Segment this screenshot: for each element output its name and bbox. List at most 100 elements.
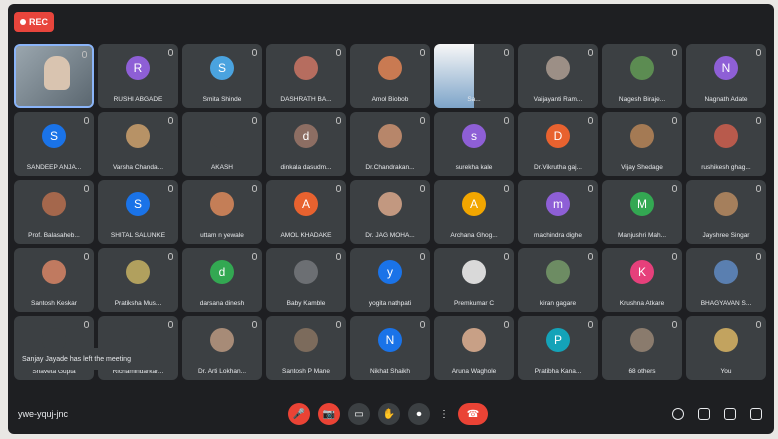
participant-tile[interactable]: P Pratibha Kana... xyxy=(518,316,598,380)
avatar xyxy=(462,328,486,352)
participant-name: Santosh Keskar xyxy=(31,300,77,307)
participant-tile[interactable]: Jayshree Singar xyxy=(686,180,766,244)
participant-name: Vijay Shedage xyxy=(621,164,663,171)
mic-muted-icon xyxy=(420,117,425,124)
participant-name: SHITAL SALUNKE xyxy=(110,232,166,239)
participant-left-toast: Sanjay Jayade has left the meeting xyxy=(16,348,176,370)
participant-tile[interactable]: Santosh P Mane xyxy=(266,316,346,380)
participant-tile[interactable]: 68 others xyxy=(602,316,682,380)
participant-name: AKASH xyxy=(210,164,234,171)
mic-muted-icon xyxy=(588,117,593,124)
participant-name: You xyxy=(720,368,732,375)
mic-muted-icon xyxy=(252,321,257,328)
participant-tile[interactable] xyxy=(14,44,94,108)
participant-tile[interactable]: M Manjushri Mah... xyxy=(602,180,682,244)
participant-name: surekha kale xyxy=(455,164,493,171)
avatar: S xyxy=(126,192,150,216)
participant-tile[interactable]: You xyxy=(686,316,766,380)
avatar xyxy=(546,260,570,284)
participant-name: Manjushri Mah... xyxy=(617,232,667,239)
participant-tile[interactable]: uttam n yewale xyxy=(182,180,262,244)
info-icon[interactable] xyxy=(672,408,684,420)
participant-tile[interactable]: Sa... xyxy=(434,44,514,108)
participant-tile[interactable]: A AMOL KHADAKE xyxy=(266,180,346,244)
avatar xyxy=(462,260,486,284)
participant-name: AMOL KHADAKE xyxy=(280,232,332,239)
participant-tile[interactable]: A Archana Ghog... xyxy=(434,180,514,244)
more-options-button[interactable]: ⋮ xyxy=(438,403,450,425)
participant-tile[interactable]: Dr.Chandrakan... xyxy=(350,112,430,176)
activities-icon[interactable] xyxy=(750,408,762,420)
mic-muted-icon xyxy=(336,185,341,192)
mic-muted-icon xyxy=(82,51,87,58)
participant-tile[interactable]: rushikesh ghag... xyxy=(686,112,766,176)
participant-tile[interactable]: Baby Kamble xyxy=(266,248,346,312)
avatar: R xyxy=(126,56,150,80)
mic-muted-icon xyxy=(588,253,593,260)
avatar xyxy=(42,192,66,216)
participant-name: Pratibha Kana... xyxy=(534,368,582,375)
mic-muted-icon xyxy=(420,49,425,56)
end-call-button[interactable]: ☎ xyxy=(458,403,488,425)
mic-toggle-button[interactable]: 🎤 xyxy=(288,403,310,425)
people-icon[interactable] xyxy=(698,408,710,420)
mic-muted-icon xyxy=(84,321,89,328)
participant-tile[interactable]: Aruna Waghole xyxy=(434,316,514,380)
participant-tile[interactable]: Amol Biobob xyxy=(350,44,430,108)
participant-tile[interactable]: D Dr.Vikrutha gaj... xyxy=(518,112,598,176)
mic-muted-icon xyxy=(420,185,425,192)
chat-icon[interactable] xyxy=(724,408,736,420)
participant-tile[interactable]: Vaijayanti Ram... xyxy=(518,44,598,108)
participant-tile[interactable]: y yogita nathpati xyxy=(350,248,430,312)
participant-name: Dr. Arti Lokhan... xyxy=(197,368,247,375)
recording-badge: REC xyxy=(14,12,54,32)
participant-tile[interactable]: R RUSHI ABGADE xyxy=(98,44,178,108)
right-controls xyxy=(672,408,762,420)
participant-tile[interactable]: K Krushna Atkare xyxy=(602,248,682,312)
mic-muted-icon xyxy=(420,253,425,260)
raise-hand-button[interactable]: ✋ xyxy=(378,403,400,425)
participant-tile[interactable]: Premkumar C xyxy=(434,248,514,312)
participant-tile[interactable]: S SHITAL SALUNKE xyxy=(98,180,178,244)
avatar: N xyxy=(714,56,738,80)
participant-tile[interactable]: Vijay Shedage xyxy=(602,112,682,176)
participant-tile[interactable]: BHAGYAVAN S... xyxy=(686,248,766,312)
mic-muted-icon xyxy=(672,185,677,192)
participant-name: Amol Biobob xyxy=(371,96,409,103)
present-button[interactable]: ⏺ xyxy=(408,403,430,425)
participant-tile[interactable]: Varsha Chanda... xyxy=(98,112,178,176)
avatar xyxy=(210,328,234,352)
participant-tile[interactable]: Prof. Balasaheb... xyxy=(14,180,94,244)
avatar xyxy=(294,328,318,352)
participant-tile[interactable]: S SANDEEP ANJA... xyxy=(14,112,94,176)
participant-tile[interactable]: DASHRATH BA... xyxy=(266,44,346,108)
participant-tile[interactable]: d darsana dinesh xyxy=(182,248,262,312)
participant-tile[interactable]: Dr. Arti Lokhan... xyxy=(182,316,262,380)
meeting-code: ywe-yquj-jnc xyxy=(18,409,69,419)
participant-tile[interactable]: m machindra dighe xyxy=(518,180,598,244)
participant-tile[interactable]: Pratiksha Mus... xyxy=(98,248,178,312)
participant-tile[interactable]: N Nikhat Shaikh xyxy=(350,316,430,380)
participant-tile[interactable]: Dr. JAG MOHA... xyxy=(350,180,430,244)
mic-muted-icon xyxy=(588,49,593,56)
avatar: D xyxy=(546,124,570,148)
participant-name: SANDEEP ANJA... xyxy=(26,164,82,171)
participant-tile[interactable]: s surekha kale xyxy=(434,112,514,176)
participant-tile[interactable]: N Nagnath Adate xyxy=(686,44,766,108)
mic-muted-icon xyxy=(168,117,173,124)
participant-tile[interactable]: Nagesh Biraje... xyxy=(602,44,682,108)
participant-tile[interactable]: d dinkala dasudm... xyxy=(266,112,346,176)
camera-toggle-button[interactable]: 📷 xyxy=(318,403,340,425)
mic-muted-icon xyxy=(588,321,593,328)
mic-muted-icon xyxy=(252,253,257,260)
mic-muted-icon xyxy=(84,253,89,260)
captions-button[interactable]: ▭ xyxy=(348,403,370,425)
participant-name: rushikesh ghag... xyxy=(701,164,751,171)
participant-tile[interactable]: Santosh Keskar xyxy=(14,248,94,312)
participant-tile[interactable]: S Smita Shinde xyxy=(182,44,262,108)
participant-tile[interactable]: AKASH xyxy=(182,112,262,176)
participant-name: Vaijayanti Ram... xyxy=(533,96,583,103)
avatar: S xyxy=(42,124,66,148)
participant-name: Sa... xyxy=(467,96,481,103)
participant-tile[interactable]: kiran gagare xyxy=(518,248,598,312)
